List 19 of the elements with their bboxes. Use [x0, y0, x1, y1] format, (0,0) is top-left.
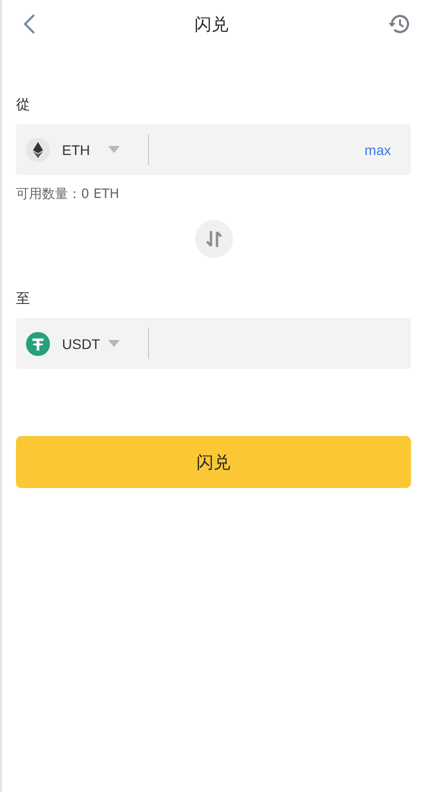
swap-direction-button[interactable] [194, 220, 232, 258]
token-selector[interactable]: ETH [26, 138, 148, 162]
available-balance: 可用数量：0 ETH [16, 186, 120, 203]
caret-icon [108, 340, 120, 347]
max-button[interactable]: max [364, 142, 391, 158]
swap-button[interactable]: 闪兑 [16, 436, 411, 488]
page-title: 闪兑 [194, 14, 228, 36]
from-amount-field[interactable]: ETH max [16, 124, 411, 175]
to-label: 至 [16, 290, 31, 308]
swap-arrows-icon [206, 230, 222, 248]
from-label: 從 [16, 96, 31, 114]
history-icon [387, 12, 411, 36]
token-selector[interactable]: USDT [26, 332, 148, 356]
back-icon [22, 13, 36, 35]
tether-icon [26, 332, 50, 356]
caret-icon [108, 146, 120, 153]
history-button[interactable] [387, 12, 411, 36]
to-amount-field[interactable]: USDT [16, 318, 411, 369]
back-button[interactable] [22, 13, 36, 35]
